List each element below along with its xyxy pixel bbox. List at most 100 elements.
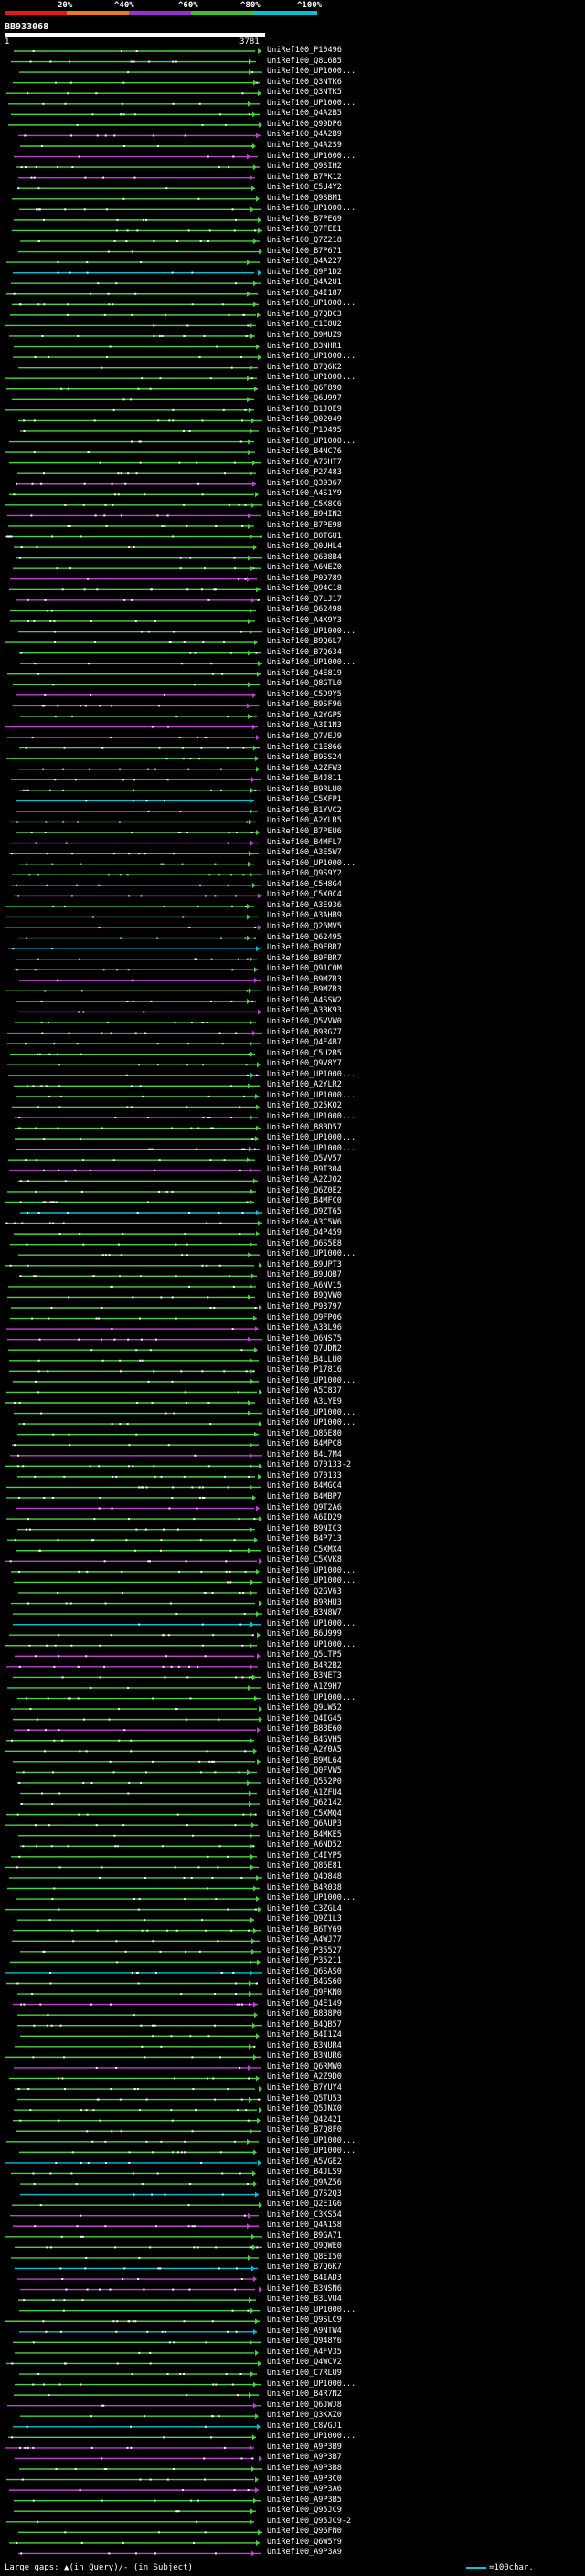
- hit-label[interactable]: UniRef100_P93797: [267, 1303, 342, 1311]
- hit-label[interactable]: UniRef100_A9P3A9: [267, 2549, 342, 2557]
- hit-label[interactable]: UniRef100_Q6NS75: [267, 1334, 342, 1343]
- hit-label[interactable]: UniRef100_Q6Z0E2: [267, 1186, 342, 1195]
- hit-label[interactable]: UniRef100_A6NV15: [267, 1281, 342, 1290]
- hit-label[interactable]: UniRef100_Q9T2A6: [267, 1503, 342, 1512]
- hit-label[interactable]: UniRef100_P35527: [267, 1946, 342, 1956]
- hit-label[interactable]: UniRef100_Q99DP6: [267, 120, 342, 129]
- hit-label[interactable]: UniRef100_A9P3B9: [267, 2443, 342, 2452]
- hit-label[interactable]: UniRef100_C5XMX4: [267, 1545, 342, 1554]
- hit-label[interactable]: UniRef100_A1Z9H7: [267, 1682, 342, 1691]
- hit-label[interactable]: UniRef100_B0TGU1: [267, 532, 342, 541]
- hit-label[interactable]: UniRef100_B4MGC4: [267, 1482, 342, 1490]
- hit-label[interactable]: UniRef100_Q7FEE1: [267, 226, 342, 234]
- hit-label[interactable]: UniRef100_A4X9Y3: [267, 616, 342, 625]
- hit-label[interactable]: UniRef100_B3N8W7: [267, 1609, 342, 1617]
- hit-label[interactable]: UniRef100_B1YVC2: [267, 806, 342, 815]
- hit-label[interactable]: UniRef100_UP1000...: [267, 1419, 356, 1427]
- hit-label[interactable]: UniRef100_Q4WCV2: [267, 2359, 342, 2367]
- hit-label[interactable]: UniRef100_O70133: [267, 1471, 342, 1480]
- hit-label[interactable]: UniRef100_B4R7N2: [267, 2390, 342, 2399]
- hit-label[interactable]: UniRef100_A3LYE9: [267, 1397, 342, 1406]
- hit-label[interactable]: UniRef100_Q4A227: [267, 258, 342, 266]
- hit-label[interactable]: UniRef100_UP1000...: [267, 859, 356, 868]
- hit-label[interactable]: UniRef100_Q4A2B9: [267, 131, 342, 139]
- hit-label[interactable]: UniRef100_A7SHT7: [267, 458, 342, 467]
- hit-label[interactable]: UniRef100_B4P713: [267, 1535, 342, 1543]
- hit-label[interactable]: UniRef100_Q6U997: [267, 395, 342, 403]
- hit-label[interactable]: UniRef100_UP1000...: [267, 1376, 356, 1385]
- hit-label[interactable]: UniRef100_B9GA71: [267, 2231, 342, 2241]
- hit-label[interactable]: UniRef100_Q6AUP3: [267, 1820, 342, 1829]
- hit-label[interactable]: UniRef100_Q39367: [267, 479, 342, 488]
- hit-label[interactable]: UniRef100_Q9SIH2: [267, 163, 342, 171]
- hit-label[interactable]: UniRef100_A2YLR2: [267, 1081, 342, 1089]
- hit-label[interactable]: UniRef100_A2Z9D0: [267, 2073, 342, 2082]
- hit-label[interactable]: UniRef100_Q7VEJ9: [267, 733, 342, 741]
- hit-label[interactable]: UniRef100_UP1000...: [267, 2147, 356, 2156]
- hit-label[interactable]: UniRef100_A3BK93: [267, 1007, 342, 1015]
- hit-label[interactable]: UniRef100_A2Y0A5: [267, 1746, 342, 1754]
- hit-label[interactable]: UniRef100_A3BL96: [267, 1324, 342, 1332]
- hit-label[interactable]: UniRef100_Q25KQ2: [267, 1102, 342, 1110]
- hit-label[interactable]: UniRef100_Q7S2Q3: [267, 2189, 342, 2199]
- hit-label[interactable]: UniRef100_A9P3C0: [267, 2475, 342, 2484]
- hit-label[interactable]: UniRef100_P10496: [267, 47, 342, 55]
- hit-label[interactable]: UniRef100_B1J0E9: [267, 405, 342, 414]
- hit-label[interactable]: UniRef100_Q948Y6: [267, 2337, 342, 2346]
- hit-label[interactable]: UniRef100_B9Q6L7: [267, 638, 342, 646]
- hit-label[interactable]: UniRef100_Q4I187: [267, 289, 342, 298]
- hit-label[interactable]: UniRef100_A1ZFU4: [267, 1788, 342, 1797]
- hit-label[interactable]: UniRef100_B9MZR3: [267, 975, 342, 984]
- hit-label[interactable]: UniRef100_UP1000...: [267, 68, 356, 76]
- hit-label[interactable]: UniRef100_B7PEU6: [267, 828, 342, 836]
- hit-label[interactable]: UniRef100_Q9AZ56: [267, 2179, 342, 2188]
- hit-label[interactable]: UniRef100_UP1000...: [267, 1113, 356, 1121]
- hit-label[interactable]: UniRef100_Q0FVW5: [267, 1767, 342, 1776]
- hit-label[interactable]: UniRef100_Q9QWE0: [267, 2242, 342, 2251]
- hit-label[interactable]: UniRef100_B9MUZ9: [267, 331, 342, 340]
- hit-label[interactable]: UniRef100_C5U2B5: [267, 1049, 342, 1058]
- hit-label[interactable]: UniRef100_B9FBR7: [267, 944, 342, 952]
- hit-label[interactable]: UniRef100_C5H8G4: [267, 880, 342, 889]
- hit-label[interactable]: UniRef100_Q9SLC9: [267, 2316, 342, 2325]
- hit-label[interactable]: UniRef100_Q4E819: [267, 669, 342, 678]
- hit-label[interactable]: UniRef100_A4S1Y9: [267, 490, 342, 498]
- hit-label[interactable]: UniRef100_B9NIC3: [267, 1524, 342, 1533]
- hit-label[interactable]: UniRef100_C3KS54: [267, 2210, 342, 2220]
- hit-label[interactable]: UniRef100_Q6S5E8: [267, 1239, 342, 1248]
- hit-label[interactable]: UniRef100_Q7Z218: [267, 236, 342, 245]
- hit-label[interactable]: UniRef100_Q0UHL4: [267, 543, 342, 551]
- hit-label[interactable]: UniRef100_B4MFC0: [267, 1197, 342, 1205]
- hit-label[interactable]: UniRef100_B9T304: [267, 1165, 342, 1174]
- hit-label[interactable]: UniRef100_B9ML64: [267, 1756, 342, 1765]
- hit-label[interactable]: UniRef100_UP1000...: [267, 1577, 356, 1585]
- hit-label[interactable]: UniRef100_Q4A2B5: [267, 110, 342, 118]
- hit-label[interactable]: UniRef100_O70133-2: [267, 1461, 351, 1469]
- hit-label[interactable]: UniRef100_B9RLU0: [267, 785, 342, 794]
- hit-label[interactable]: UniRef100_UP1000...: [267, 1070, 356, 1079]
- hit-label[interactable]: UniRef100_Q7LJ17: [267, 595, 342, 604]
- hit-label[interactable]: UniRef100_Q6RMW0: [267, 2062, 342, 2072]
- hit-label[interactable]: UniRef100_B4MKE5: [267, 1830, 342, 1839]
- hit-label[interactable]: UniRef100_Q5VVW0: [267, 1018, 342, 1026]
- hit-label[interactable]: UniRef100_C5XVK8: [267, 1556, 342, 1564]
- hit-label[interactable]: UniRef100_B3NET3: [267, 1672, 342, 1680]
- hit-label[interactable]: UniRef100_Q5LTP5: [267, 1651, 342, 1659]
- hit-label[interactable]: UniRef100_B6U999: [267, 1630, 342, 1638]
- hit-label[interactable]: UniRef100_P27483: [267, 469, 342, 477]
- hit-label[interactable]: UniRef100_B7Q6K2: [267, 363, 342, 372]
- hit-label[interactable]: UniRef100_Q86E80: [267, 1429, 342, 1438]
- hit-label[interactable]: UniRef100_C5XFP1: [267, 796, 342, 804]
- hit-label[interactable]: UniRef100_B4MBP7: [267, 1492, 342, 1501]
- hit-label[interactable]: UniRef100_UP1000...: [267, 627, 356, 636]
- hit-label[interactable]: UniRef100_UP1000...: [267, 353, 356, 361]
- hit-label[interactable]: UniRef100_Q9S9Y2: [267, 870, 342, 878]
- hit-label[interactable]: UniRef100_A2ZFW3: [267, 764, 342, 773]
- hit-label[interactable]: UniRef100_B4R2B2: [267, 1661, 342, 1670]
- hit-label[interactable]: UniRef100_UP1000...: [267, 437, 356, 446]
- hit-label[interactable]: UniRef100_B3LVU4: [267, 2295, 342, 2304]
- hit-label[interactable]: UniRef100_Q62495: [267, 933, 342, 942]
- hit-label[interactable]: UniRef100_C3ZGL4: [267, 1904, 342, 1913]
- hit-label[interactable]: UniRef100_UP1000...: [267, 1566, 356, 1575]
- hit-label[interactable]: UniRef100_C8VGJ1: [267, 2422, 342, 2431]
